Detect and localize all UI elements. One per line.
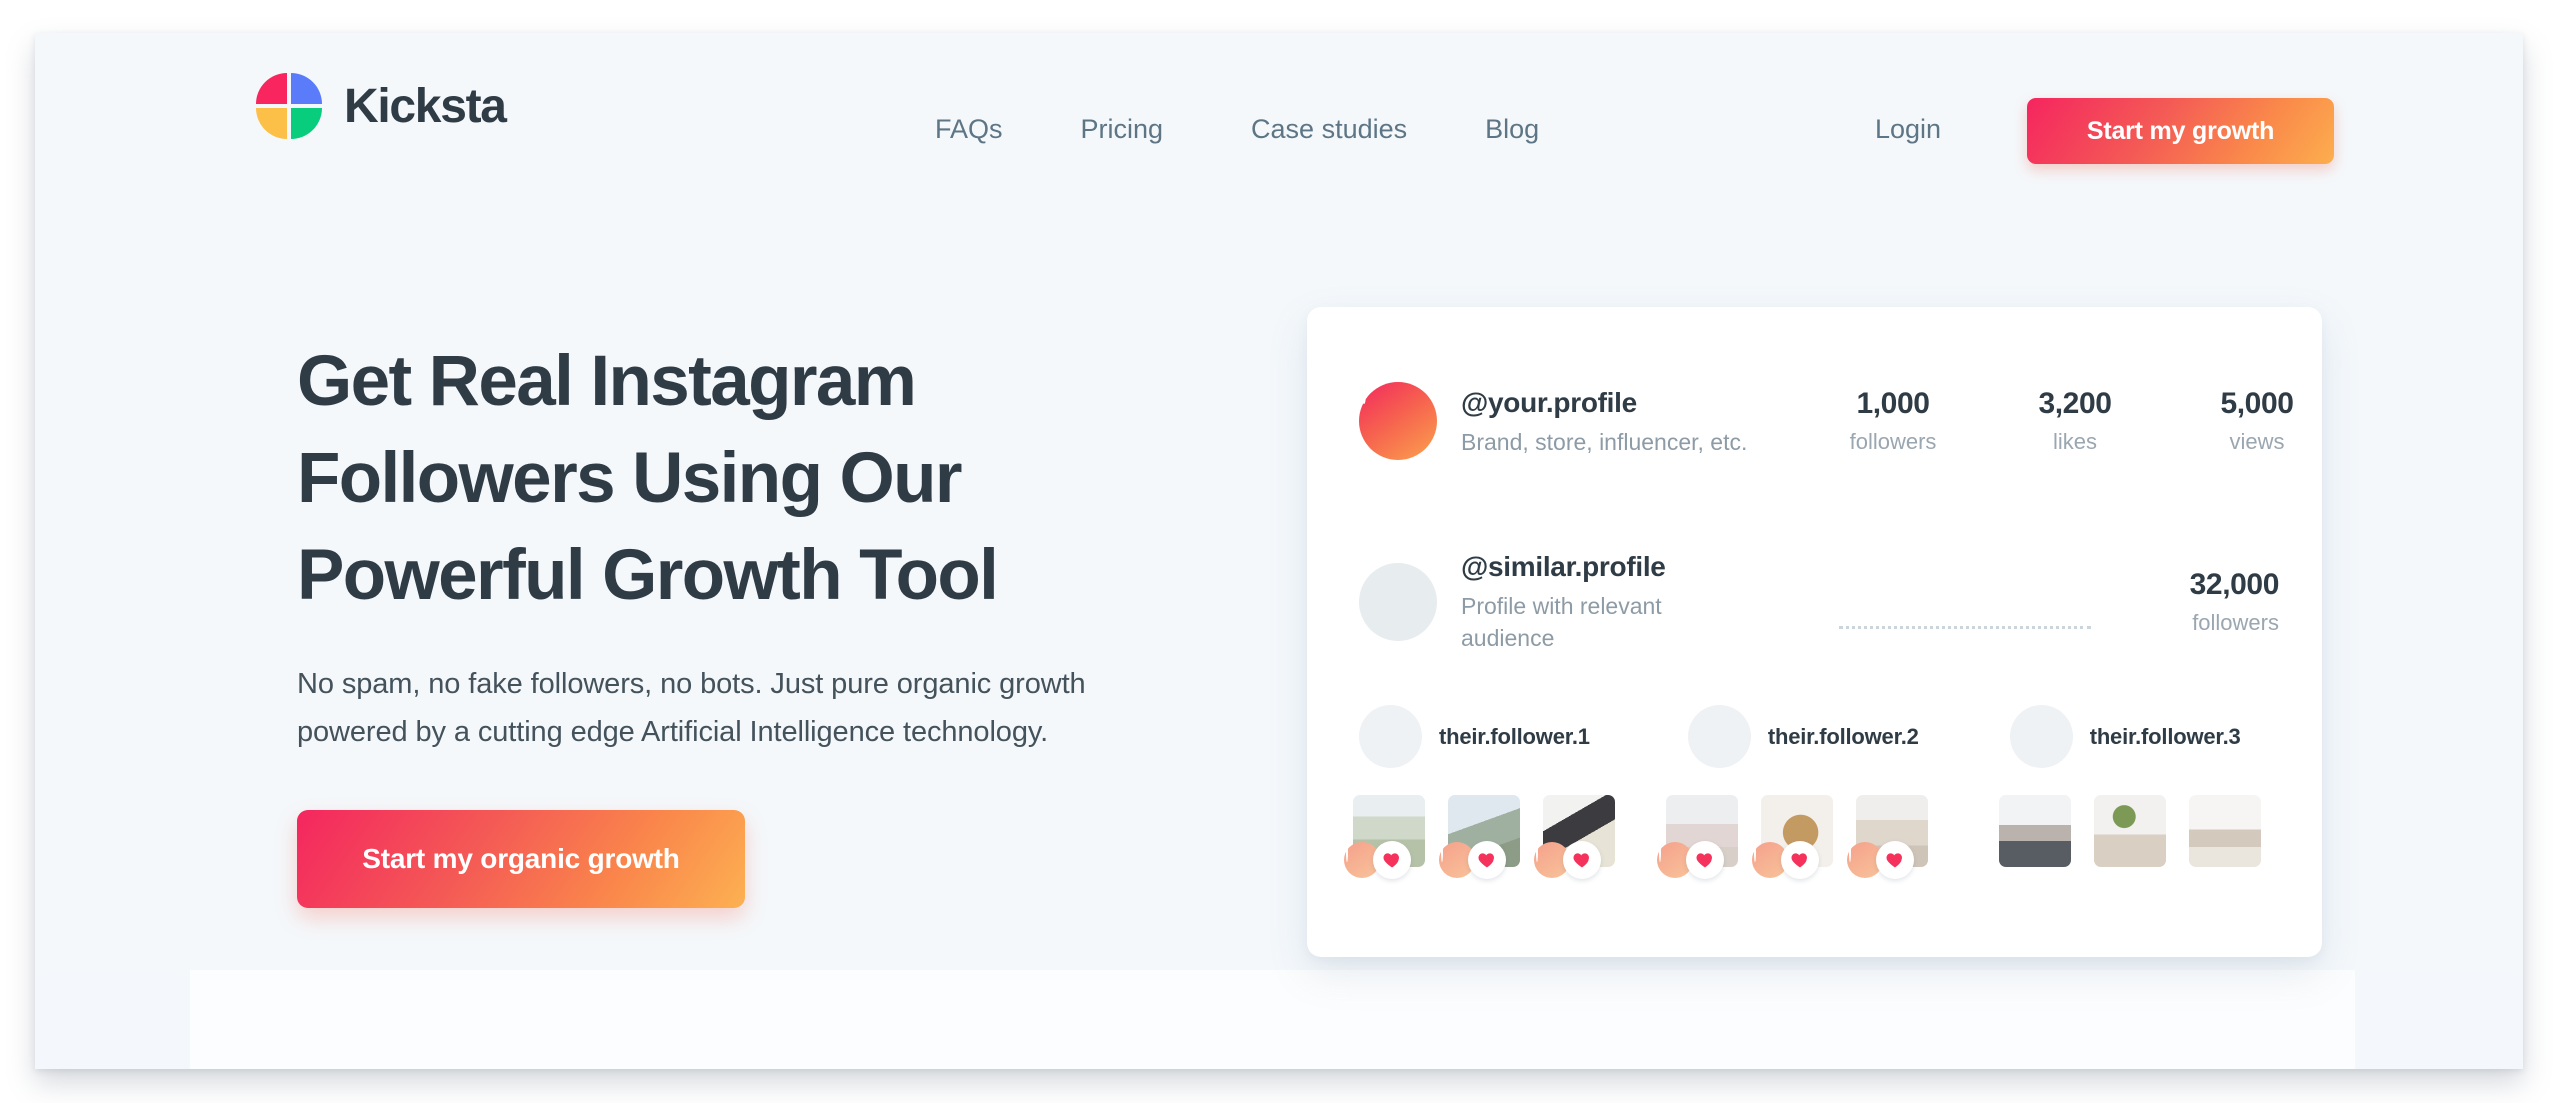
heart-icon — [1686, 841, 1724, 879]
follower-name-1: their.follower.1 — [1439, 723, 1590, 749]
nav-item-blog[interactable]: Blog — [1485, 116, 1539, 143]
photo-grid — [1344, 795, 2293, 879]
heart-icon — [1563, 841, 1601, 879]
photo-item — [1752, 795, 1844, 879]
follower-name-2: their.follower.2 — [1767, 723, 1919, 749]
your-profile-handle: @your.profile — [1461, 386, 1637, 418]
heart-icon — [1373, 841, 1411, 879]
photo-item — [1534, 795, 1626, 879]
nav-item-case-studies[interactable]: Case studies — [1251, 116, 1407, 143]
stat-followers-value: 1,000 — [1856, 387, 1930, 420]
follower-item-1: their.follower.1 — [1359, 705, 1590, 768]
hero-subtitle: No spam, no fake followers, no bots. Jus… — [297, 668, 1086, 748]
your-profile-description: Brand, store, influencer, etc. — [1461, 428, 1748, 455]
logo-quadrant-bottom-right — [291, 108, 322, 139]
photo-thumbnail — [1999, 795, 2071, 867]
similar-profile-stat: 32,000 followers — [2109, 567, 2280, 636]
their-followers-row: their.follower.1 their.follower.2 their.… — [1359, 705, 2289, 768]
login-link[interactable]: Login — [1875, 116, 1941, 143]
similar-profile-description-line1: Profile with relevant — [1461, 593, 1662, 619]
stat-likes-label: likes — [2052, 429, 2097, 454]
photo-item — [2094, 795, 2177, 867]
heart-icon — [1876, 841, 1914, 879]
logo-quadrant-bottom-left — [256, 108, 287, 139]
logo-quadrant-top-right — [291, 73, 322, 104]
like-badge — [1847, 841, 1914, 879]
hero-start-my-organic-growth-button[interactable]: Start my organic growth — [297, 810, 745, 908]
photo-item — [1439, 795, 1531, 879]
stat-views-value: 5,000 — [2220, 387, 2294, 420]
like-badge — [1439, 841, 1506, 879]
growth-preview-card: @your.profile Brand, store, influencer, … — [1307, 307, 2322, 957]
nav-item-faqs[interactable]: FAQs — [935, 116, 1003, 143]
header-start-my-growth-button[interactable]: Start my growth — [2027, 98, 2334, 164]
dotted-connector — [1839, 626, 2091, 629]
similar-profile-description-line2: audience — [1461, 625, 1555, 651]
photo-item — [1847, 795, 1939, 879]
screenshot-root: Kicksta FAQs Pricing Case studies Blog L… — [0, 0, 2560, 1103]
your-profile-row: @your.profile Brand, store, influencer, … — [1359, 382, 2294, 460]
brand-name: Kicksta — [344, 79, 507, 133]
similar-profile-identity: @similar.profile Profile with relevant a… — [1461, 549, 1821, 654]
hero-title: Get Real Instagram Followers Using Our P… — [297, 342, 999, 615]
stat-views: 5,000 views — [2197, 387, 2317, 455]
similar-followers-label: followers — [2192, 609, 2279, 635]
photo-group-spacer — [1951, 795, 1999, 867]
stat-followers: 1,000 followers — [1833, 387, 1953, 455]
stat-likes: 3,200 likes — [2015, 387, 2135, 455]
heart-icon — [1468, 841, 1506, 879]
brand-logo[interactable]: Kicksta — [256, 73, 507, 139]
your-profile-stats: 1,000 followers 3,200 likes 5,000 views — [1833, 387, 2317, 455]
like-badge — [1534, 841, 1601, 879]
follower-item-3: their.follower.3 — [2009, 705, 2241, 768]
similar-profile-handle: @similar.profile — [1461, 551, 1666, 582]
follower-name-3: their.follower.3 — [2089, 723, 2241, 749]
hero-copy: Get Real Instagram Followers Using Our P… — [297, 333, 1247, 908]
similar-profile-avatar — [1359, 562, 1437, 641]
follower-avatar-3 — [2009, 705, 2073, 768]
follower-item-2: their.follower.2 — [1687, 705, 1919, 768]
nav-item-pricing[interactable]: Pricing — [1081, 116, 1164, 143]
photo-thumbnail — [2189, 795, 2261, 867]
logo-quadrant-top-left — [256, 73, 287, 104]
your-profile-identity: @your.profile Brand, store, influencer, … — [1461, 385, 1821, 458]
stat-followers-label: followers — [1849, 429, 1937, 454]
photo-item — [2189, 795, 2272, 867]
stat-likes-value: 3,200 — [2038, 387, 2112, 420]
kicksta-pinwheel-icon — [256, 73, 322, 139]
photo-item — [1999, 795, 2082, 867]
below-hero-section — [190, 970, 2355, 1069]
photo-item — [1657, 795, 1749, 879]
photo-group-3 — [1999, 795, 2284, 867]
page-frame: Kicksta FAQs Pricing Case studies Blog L… — [35, 33, 2523, 1069]
similar-followers-value: 32,000 — [2189, 567, 2280, 601]
follower-avatar-2 — [1687, 705, 1751, 768]
like-badge — [1657, 841, 1724, 879]
photo-group-1 — [1344, 795, 1638, 879]
photo-group-2 — [1657, 795, 1951, 879]
main-navigation: FAQs Pricing Case studies Blog — [935, 116, 1539, 143]
photo-thumbnail — [2094, 795, 2166, 867]
like-badge — [1344, 841, 1411, 879]
site-header: Kicksta FAQs Pricing Case studies Blog L… — [35, 33, 2523, 193]
stat-views-label: views — [2229, 429, 2285, 454]
follower-avatar-1 — [1359, 705, 1422, 768]
your-profile-avatar — [1359, 382, 1437, 460]
photo-item — [1344, 795, 1436, 879]
similar-profile-row: @similar.profile Profile with relevant a… — [1359, 549, 2279, 654]
heart-icon — [1781, 841, 1819, 879]
like-badge — [1752, 841, 1819, 879]
